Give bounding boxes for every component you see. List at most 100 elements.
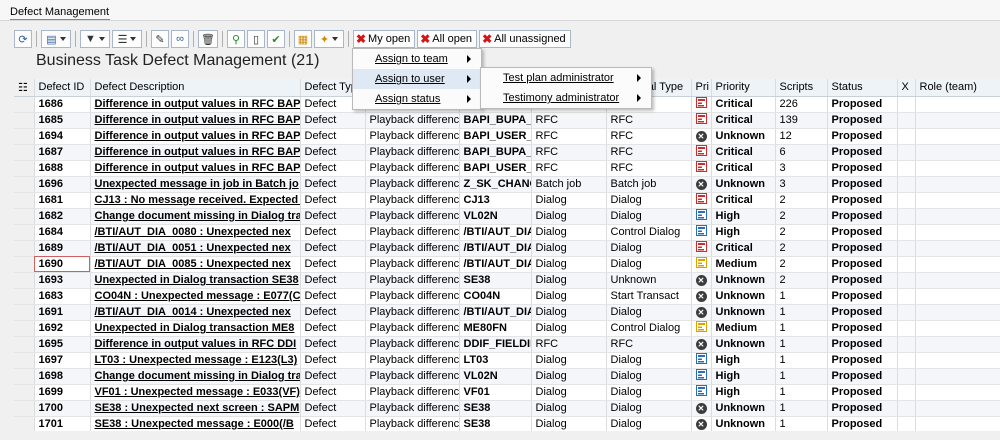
cell-desc[interactable]: /BTI/AUT_DIA_0014 : Unexpected nex	[90, 304, 301, 321]
cell-desc[interactable]: SE38 : Unexpected next screen : SAPM	[90, 400, 301, 417]
cell-desc[interactable]: Difference in output values in RFC BAP	[90, 96, 301, 113]
cell-x	[897, 128, 916, 145]
layout-settings-cell[interactable]: ☷	[14, 79, 35, 97]
table-row[interactable]: 1694 Difference in output values in RFC B…	[14, 128, 1000, 145]
column-header[interactable]: Pri	[691, 79, 712, 97]
cell-priority: Unknown	[711, 272, 776, 289]
row-selector[interactable]	[14, 176, 35, 193]
cell-desc[interactable]: CJ13 : No message received. Expected :	[90, 192, 301, 209]
cell-desc[interactable]: Unexpected in Dialog transaction ME8	[90, 320, 301, 337]
table-row[interactable]: 1690/BTI/AUT_DIA_0085 : Unexpected nex De…	[14, 256, 1000, 273]
row-selector[interactable]	[14, 224, 35, 241]
cell-type: Defect	[300, 192, 366, 209]
sum-dropdown-button[interactable]: ☰	[112, 30, 142, 48]
cell-desc[interactable]: /BTI/AUT_DIA_0051 : Unexpected nex	[90, 240, 301, 257]
row-selector[interactable]	[14, 320, 35, 337]
grid-button[interactable]: ▦	[293, 30, 312, 48]
delete-button[interactable]: 🗑	[198, 30, 218, 48]
menu-item-testimony-administrator[interactable]: Testimony administrator	[481, 88, 651, 108]
table-row[interactable]: 1691/BTI/AUT_DIA_0014 : Unexpected nex De…	[14, 304, 1000, 321]
row-selector[interactable]	[14, 112, 35, 129]
edit-button[interactable]: ✎	[151, 30, 169, 48]
row-selector[interactable]	[14, 384, 35, 401]
cell-status: Proposed	[827, 160, 898, 177]
table-row[interactable]: 1684/BTI/AUT_DIA_0080 : Unexpected nex De…	[14, 224, 1000, 241]
cell-desc[interactable]: Difference in output values in RFC BAP	[90, 160, 301, 177]
table-row[interactable]: 1693 Unexpected in Dialog transaction SE3…	[14, 272, 1000, 289]
table-row[interactable]: 1696 Unexpected message in job in Batch j…	[14, 176, 1000, 193]
table-row[interactable]: 1685 Difference in output values in RFC B…	[14, 112, 1000, 129]
cell-desc[interactable]: CO04N : Unexpected message : E077(C	[90, 288, 301, 305]
refresh-button[interactable]: ⟳	[14, 30, 32, 48]
document-button[interactable]: ▯	[246, 30, 265, 48]
column-header[interactable]: Status	[827, 79, 898, 97]
cell-desc[interactable]: /BTI/AUT_DIA_0080 : Unexpected nex	[90, 224, 301, 241]
row-selector[interactable]	[14, 240, 35, 257]
cell-desc[interactable]: Unexpected in Dialog transaction SE38	[90, 272, 301, 289]
row-selector[interactable]	[14, 192, 35, 209]
column-header[interactable]: X	[897, 79, 916, 97]
column-header[interactable]: Scripts	[775, 79, 828, 97]
cell-desc[interactable]: /BTI/AUT_DIA_0085 : Unexpected nex	[90, 256, 301, 273]
cell-desc[interactable]: VF01 : Unexpected message : E033(VF)	[90, 384, 301, 401]
table-row[interactable]: 1688 Difference in output values in RFC B…	[14, 160, 1000, 177]
cell-desc[interactable]: Difference in output values in RFC BAP	[90, 128, 301, 145]
table-row[interactable]: 1687 Difference in output values in RFC B…	[14, 144, 1000, 161]
row-selector[interactable]	[14, 304, 35, 321]
table-row[interactable]: 1697 LT03 : Unexpected message : E123(L3)…	[14, 352, 1000, 369]
cell-obj: SE38	[459, 272, 532, 289]
table-row[interactable]: 1698 Change document missing in Dialog tr…	[14, 368, 1000, 385]
row-selector[interactable]	[14, 208, 35, 225]
cell-pri-icon	[691, 144, 712, 161]
menu-item-assign-user[interactable]: Assign to user	[353, 69, 481, 89]
row-selector[interactable]	[14, 368, 35, 385]
row-selector[interactable]	[14, 160, 35, 177]
table-row[interactable]: 1699 VF01 : Unexpected message : E033(VF)…	[14, 384, 1000, 401]
table-row[interactable]: 1682 Change document missing in Dialog tr…	[14, 208, 1000, 225]
check-button[interactable]: ✔	[266, 30, 285, 48]
column-header[interactable]: Defect Description	[90, 79, 301, 97]
table-row[interactable]: 1689/BTI/AUT_DIA_0051 : Unexpected nex De…	[14, 240, 1000, 257]
row-selector[interactable]	[14, 272, 35, 289]
row-selector[interactable]	[14, 144, 35, 161]
table-row[interactable]: 1683 CO04N : Unexpected message : E077(C D…	[14, 288, 1000, 305]
cell-desc[interactable]: SE38 : Unexpected message : E000(/B	[90, 416, 301, 431]
column-header[interactable]: Priority	[711, 79, 776, 97]
column-header[interactable]: Defect ID	[34, 79, 91, 97]
cell-scripts: 1	[775, 400, 828, 417]
row-selector[interactable]	[14, 352, 35, 369]
row-selector[interactable]	[14, 416, 35, 431]
assign-menu-button[interactable]: ✦	[313, 30, 344, 48]
cell-desc[interactable]: Unexpected message in job in Batch jo	[90, 176, 301, 193]
column-header[interactable]: Role (team)	[915, 79, 1000, 97]
menu-item-assign-team[interactable]: Assign to team	[353, 49, 481, 69]
cell-desc[interactable]: LT03 : Unexpected message : E123(L3)	[90, 352, 301, 369]
menu-item-test-plan-administrator[interactable]: Test plan administrator	[481, 68, 651, 88]
table-row[interactable]: 1700 SE38 : Unexpected next screen : SAPM…	[14, 400, 1000, 417]
my-open-button[interactable]: ✖ My open	[352, 30, 416, 48]
table-row[interactable]: 1701 SE38 : Unexpected message : E000(/B D…	[14, 416, 1000, 431]
row-selector[interactable]	[14, 288, 35, 305]
cell-desc[interactable]: Difference in output values in RFC DDI	[90, 336, 301, 353]
row-selector[interactable]	[14, 128, 35, 145]
all-open-button[interactable]: ✖ All open	[417, 30, 478, 48]
assign-button[interactable]: ⚲	[226, 30, 245, 48]
cell-x	[897, 224, 916, 241]
row-selector[interactable]	[14, 336, 35, 353]
layout-dropdown-button[interactable]: ▤	[41, 30, 71, 48]
cell-desc[interactable]: Difference in output values in RFC BAP	[90, 112, 301, 129]
menu-item-assign-status[interactable]: Assign status	[353, 89, 481, 109]
filter-dropdown-button[interactable]: ▼	[80, 30, 110, 48]
table-row[interactable]: 1681 CJ13 : No message received. Expected…	[14, 192, 1000, 209]
row-selector[interactable]	[14, 400, 35, 417]
cell-desc[interactable]: Difference in output values in RFC BAP	[90, 144, 301, 161]
cell-desc[interactable]: Change document missing in Dialog tra	[90, 368, 301, 385]
table-row[interactable]: 1692 Unexpected in Dialog transaction ME8…	[14, 320, 1000, 337]
cell-desc[interactable]: Change document missing in Dialog tra	[90, 208, 301, 225]
row-selector[interactable]	[14, 256, 35, 273]
cell-status: Proposed	[827, 144, 898, 161]
table-row[interactable]: 1695 Difference in output values in RFC D…	[14, 336, 1000, 353]
all-unassigned-button[interactable]: ✖ All unassigned	[479, 30, 571, 48]
row-selector[interactable]	[14, 96, 35, 113]
display-button[interactable]: ∞	[171, 30, 189, 48]
